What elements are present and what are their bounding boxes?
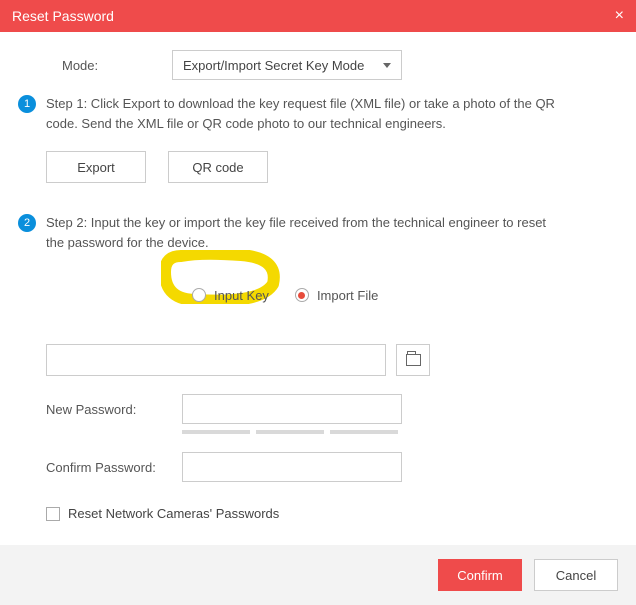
reset-cameras-row[interactable]: Reset Network Cameras' Passwords [46, 506, 618, 521]
close-icon[interactable]: × [615, 8, 624, 24]
confirm-button[interactable]: Confirm [438, 559, 522, 591]
radio-icon [295, 288, 309, 302]
step-1-text: Step 1: Click Export to download the key… [46, 94, 566, 133]
step-1-badge: 1 [18, 95, 36, 113]
qr-code-button[interactable]: QR code [168, 151, 268, 183]
strength-bar-2 [256, 430, 324, 434]
browse-button[interactable] [396, 344, 430, 376]
step-1: 1 Step 1: Click Export to download the k… [18, 94, 618, 133]
confirm-password-label: Confirm Password: [46, 460, 182, 475]
new-password-input[interactable] [182, 394, 402, 424]
export-button[interactable]: Export [46, 151, 146, 183]
reset-cameras-label: Reset Network Cameras' Passwords [68, 506, 279, 521]
radio-icon [192, 288, 206, 302]
step-2-badge: 2 [18, 214, 36, 232]
radio-input-key[interactable]: Input Key [192, 288, 269, 303]
checkbox-icon [46, 507, 60, 521]
mode-select[interactable]: Export/Import Secret Key Mode [172, 50, 402, 80]
radio-import-file[interactable]: Import File [295, 288, 378, 303]
password-strength-meter [182, 430, 618, 434]
mode-row: Mode: Export/Import Secret Key Mode [62, 50, 618, 80]
titlebar: Reset Password × [0, 0, 636, 32]
strength-bar-1 [182, 430, 250, 434]
confirm-password-input[interactable] [182, 452, 402, 482]
dialog-footer: Confirm Cancel [0, 545, 636, 605]
folder-icon [406, 354, 421, 366]
file-path-input[interactable] [46, 344, 386, 376]
mode-selected-value: Export/Import Secret Key Mode [183, 58, 364, 73]
mode-label: Mode: [62, 58, 172, 73]
file-path-row [46, 344, 618, 376]
window-title: Reset Password [12, 8, 114, 24]
radio-input-key-label: Input Key [214, 288, 269, 303]
chevron-down-icon [383, 63, 391, 68]
radio-import-file-label: Import File [317, 288, 378, 303]
new-password-label: New Password: [46, 402, 182, 417]
new-password-row: New Password: [46, 394, 618, 424]
strength-bar-3 [330, 430, 398, 434]
confirm-password-row: Confirm Password: [46, 452, 618, 482]
cancel-button[interactable]: Cancel [534, 559, 618, 591]
key-mode-options: Input Key Import File [46, 268, 618, 322]
dialog-body: Mode: Export/Import Secret Key Mode 1 St… [0, 32, 636, 545]
step-1-buttons: Export QR code [46, 151, 618, 183]
step-2-text: Step 2: Input the key or import the key … [46, 213, 566, 252]
step-2: 2 Step 2: Input the key or import the ke… [18, 213, 618, 252]
